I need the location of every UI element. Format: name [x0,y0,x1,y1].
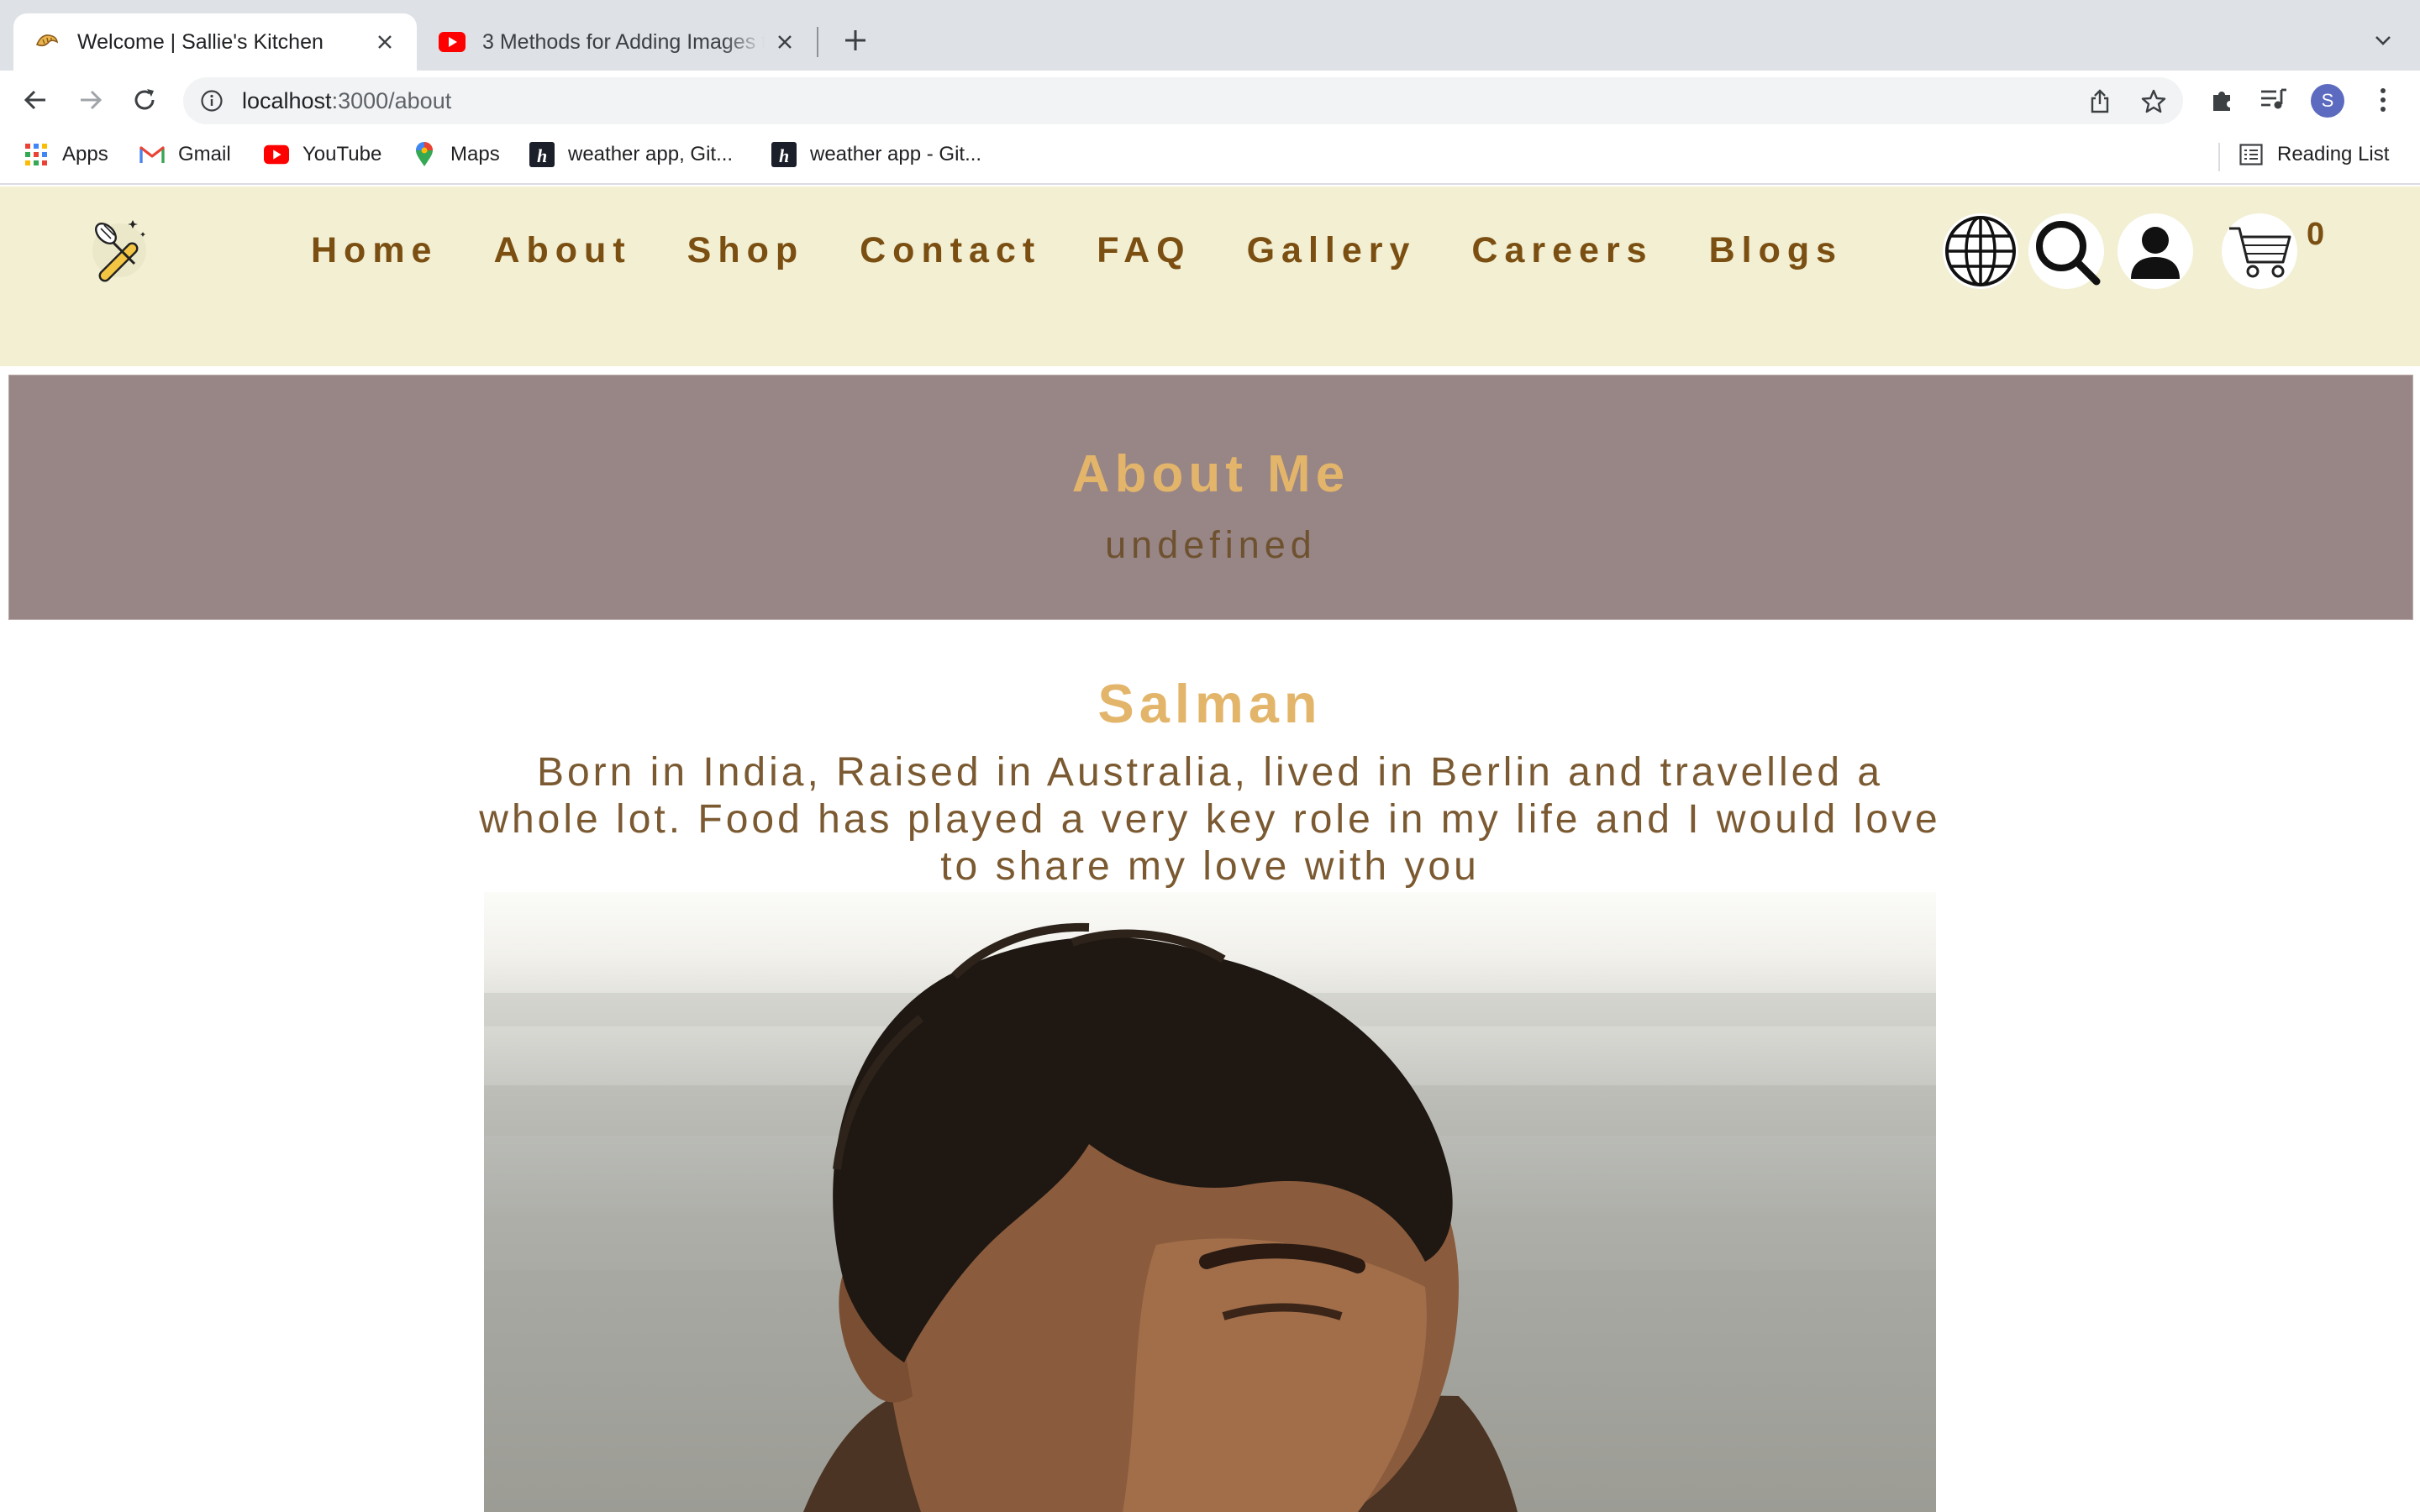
address-bar[interactable]: localhost:3000/about [183,77,2183,124]
reading-list-button[interactable]: Reading List [2238,138,2389,171]
svg-text:h: h [537,145,547,166]
media-queue-icon[interactable] [2259,85,2289,115]
bookmarks-bar: Apps Gmail YouTube Maps h weather app, G… [0,129,2420,185]
croissant-icon [34,29,60,55]
close-icon[interactable] [773,30,797,54]
kitchen-utensils-logo-icon[interactable] [82,212,156,286]
nav-home[interactable]: Home [311,230,438,271]
tab-sallies-kitchen[interactable]: Welcome | Sallie's Kitchen [13,13,417,71]
bookmark-maps[interactable]: Maps [412,138,500,171]
close-icon[interactable] [373,30,397,54]
author-bio: Born in India, Raised in Australia, live… [479,750,1941,889]
kebab-menu-icon[interactable] [2368,85,2398,115]
bookmark-star-icon[interactable] [2139,87,2168,116]
url-path: :3000/about [331,87,452,113]
nav-blogs[interactable]: Blogs [1709,230,1843,271]
nav-shop[interactable]: Shop [687,230,804,271]
apps-grid-icon [24,142,49,167]
about-hero-banner: About Me undefined [8,375,2413,620]
gmail-icon [139,142,165,167]
search-icon[interactable] [2028,213,2104,289]
bookmark-label: weather app - Git... [810,143,982,165]
share-icon[interactable] [2086,87,2114,116]
chevron-down-icon[interactable] [2368,25,2398,55]
bookmark-label: YouTube [302,143,382,165]
bookmark-youtube[interactable]: YouTube [264,138,381,171]
bookmark-gmail[interactable]: Gmail [139,138,231,171]
cart-count-badge: 0 [2307,217,2325,252]
url-host: localhost [242,87,332,113]
bookmark-label: weather app, Git... [568,143,734,165]
forward-arrow-icon[interactable] [76,85,106,115]
back-arrow-icon[interactable] [20,85,50,115]
nav-careers[interactable]: Careers [1471,230,1653,271]
svg-text:h: h [779,145,789,166]
hashnode-icon: h [529,142,555,167]
bookmark-label: Gmail [178,143,231,165]
bookmark-apps[interactable]: Apps [24,138,108,171]
bookmark-weather-app-1[interactable]: h weather app, Git... [529,138,733,171]
info-icon[interactable] [198,87,225,114]
bookmarks-separator [2218,143,2220,171]
new-tab-plus-icon[interactable] [839,24,872,57]
author-name: Salman [1097,673,1323,734]
hashnode-icon: h [771,142,797,167]
reading-list-icon [2238,142,2264,167]
tab-youtube-video[interactable]: 3 Methods for Adding Images t [420,13,815,71]
maps-pin-icon [412,142,437,167]
bookmark-label: Maps [450,143,500,165]
youtube-icon [439,29,466,55]
nav-faq[interactable]: FAQ [1097,230,1191,271]
reload-icon[interactable] [129,85,160,115]
reading-list-label: Reading List [2277,143,2390,165]
shopping-cart-icon[interactable] [2222,213,2297,289]
tab-separator [817,27,818,57]
bookmark-label: Apps [62,143,108,165]
nav-about[interactable]: About [493,230,631,271]
author-photo [484,892,1936,1512]
youtube-icon [264,142,289,167]
page-subtitle: undefined [1105,523,1317,566]
tab-title: Welcome | Sallie's Kitchen [77,29,324,54]
main-nav: Home About Shop Contact FAQ Gallery Care… [311,230,1898,271]
tab-title: 3 Methods for Adding Images t [482,29,765,54]
user-account-icon[interactable] [2118,213,2193,289]
site-navbar: Home About Shop Contact FAQ Gallery Care… [0,186,2420,366]
nav-gallery[interactable]: Gallery [1247,230,1417,271]
bookmark-weather-app-2[interactable]: h weather app - Git... [771,138,981,171]
extensions-puzzle-icon[interactable] [2207,85,2237,115]
profile-avatar[interactable]: S [2311,84,2344,118]
globe-icon[interactable] [1943,213,2018,289]
nav-contact[interactable]: Contact [860,230,1041,271]
page-title: About Me [1071,445,1350,503]
browser-toolbar: localhost:3000/about S [0,71,2420,129]
tab-strip: Welcome | Sallie's Kitchen 3 Methods for… [0,0,2420,71]
